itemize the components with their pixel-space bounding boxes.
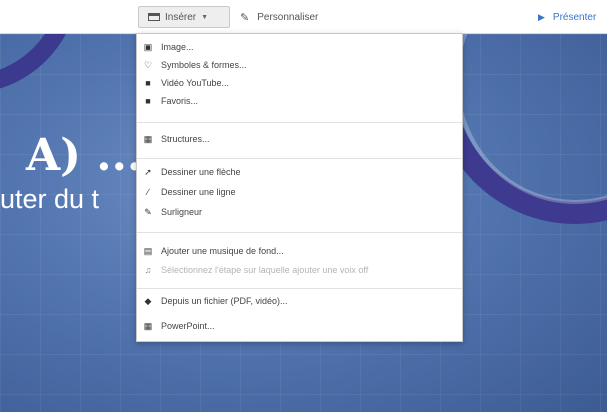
file-import-icon: ◆: [144, 295, 152, 306]
menu-divider: [137, 232, 462, 233]
menu-item-label: Favoris...: [161, 96, 199, 106]
menu-item-label: Dessiner une ligne: [161, 187, 236, 197]
slide-title[interactable]: A) ...: [26, 130, 142, 181]
slide-subtitle[interactable]: uter du t: [0, 184, 99, 215]
chevron-down-icon: ▼: [201, 13, 209, 21]
music-icon: ▤: [143, 245, 153, 256]
menu-item-label: Surligneur: [161, 207, 203, 217]
menu-item-label: Symboles & formes...: [161, 60, 247, 70]
customize-button[interactable]: ✎ Personnaliser: [240, 6, 318, 28]
powerpoint-icon: ▦: [143, 320, 153, 331]
insert-button-label: Insérer: [165, 11, 197, 23]
menu-item-draw-line[interactable]: ∕ Dessiner une ligne: [137, 183, 462, 201]
menu-item-shapes[interactable]: ♡ Symboles & formes...: [137, 56, 462, 74]
play-icon: ▶: [538, 11, 545, 22]
menu-divider: [137, 158, 462, 159]
top-toolbar: Insérer ▼ ✎ Personnaliser ▶ Présenter: [0, 0, 607, 34]
structures-icon: ▦: [143, 133, 153, 144]
line-draw-icon: ∕: [147, 187, 149, 197]
shapes-icon: ♡: [143, 59, 153, 70]
favorites-icon: ■: [145, 96, 151, 106]
customize-button-label: Personnaliser: [257, 11, 319, 23]
menu-item-youtube[interactable]: ■ Vidéo YouTube...: [137, 74, 462, 92]
menu-item-voiceover: ♫ Sélectionnez l'étape sur laquelle ajou…: [137, 261, 462, 279]
menu-divider: [137, 288, 462, 289]
menu-item-powerpoint[interactable]: ▦ PowerPoint...: [137, 317, 462, 335]
video-icon: ■: [145, 78, 151, 88]
menu-item-label: Vidéo YouTube...: [161, 78, 230, 88]
menu-item-label: Dessiner une flèche: [161, 167, 241, 177]
menu-item-label: Ajouter une musique de fond...: [161, 246, 284, 256]
menu-item-from-file[interactable]: ◆ Depuis un fichier (PDF, vidéo)...: [137, 292, 462, 310]
insert-icon: [147, 11, 161, 23]
arrow-draw-icon: ➚: [144, 166, 152, 177]
insert-button[interactable]: Insérer ▼: [138, 6, 230, 28]
menu-item-label: Structures...: [161, 134, 210, 144]
brush-icon: ✎: [240, 11, 250, 24]
menu-item-label: Sélectionnez l'étape sur laquelle ajoute…: [161, 265, 369, 275]
menu-item-label: PowerPoint...: [161, 321, 215, 331]
menu-item-structures[interactable]: ▦ Structures...: [137, 130, 462, 148]
insert-menu: ▣ Image... ♡ Symboles & formes... ■ Vidé…: [136, 33, 463, 342]
voiceover-icon: ♫: [144, 265, 152, 275]
menu-item-draw-arrow[interactable]: ➚ Dessiner une flèche: [137, 163, 462, 181]
menu-item-highlighter[interactable]: ✎ Surligneur: [137, 203, 462, 221]
menu-item-image[interactable]: ▣ Image...: [137, 38, 462, 56]
menu-item-favorites[interactable]: ■ Favoris...: [137, 92, 462, 110]
menu-item-background-music[interactable]: ▤ Ajouter une musique de fond...: [137, 242, 462, 260]
menu-item-label: Image...: [161, 42, 194, 52]
image-icon: ▣: [143, 41, 153, 52]
present-button[interactable]: ▶ Présenter: [538, 6, 596, 28]
menu-divider: [137, 122, 462, 123]
highlighter-icon: ✎: [144, 206, 152, 217]
present-button-label: Présenter: [552, 11, 597, 23]
menu-item-label: Depuis un fichier (PDF, vidéo)...: [161, 296, 288, 306]
